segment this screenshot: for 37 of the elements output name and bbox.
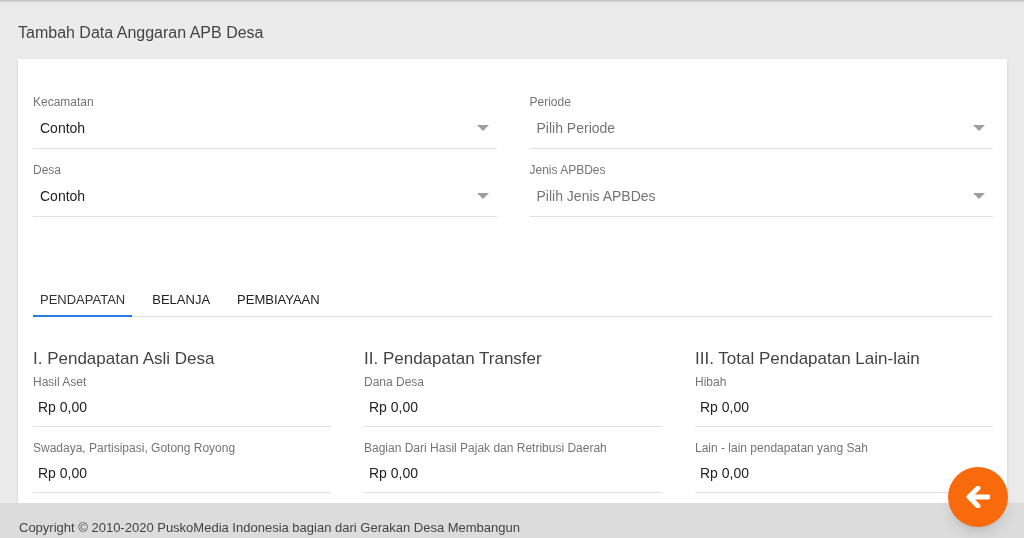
field-label: Lain - lain pendapatan yang Sah: [695, 441, 869, 455]
footer-bar: Copyright © 2010-2020 PuskoMedia Indonesia bagian dari Gerakan Desa Membangun: [0, 503, 1024, 538]
select-field[interactable]: Jenis APBDes Pilih Jenis APBDes: [529, 163, 993, 217]
dropdown-caret-icon: [476, 125, 489, 131]
tab[interactable]: PENDAPATAN: [33, 285, 133, 317]
select-field[interactable]: Desa Contoh: [33, 163, 497, 217]
page-title: Tambah Data Anggaran APB Desa: [18, 23, 265, 43]
amount-input[interactable]: Rp 0,00: [700, 464, 750, 482]
field-label: Dana Desa: [364, 375, 426, 389]
amount-input[interactable]: Rp 0,00: [369, 464, 419, 482]
select-value: Contoh: [40, 119, 86, 137]
tab[interactable]: PEMBIAYAAN: [230, 285, 327, 317]
field-label: Periode: [529, 95, 572, 109]
section-heading: III. Total Pendapatan Lain-lain: [695, 349, 921, 369]
amount-input[interactable]: Rp 0,00: [38, 464, 88, 482]
dropdown-caret-icon: [973, 193, 985, 199]
dropdown-caret-icon: [476, 193, 489, 199]
tab[interactable]: BELANJA: [145, 285, 218, 317]
section-heading: II. Pendapatan Transfer: [364, 349, 543, 369]
field-label: Kecamatan: [33, 95, 95, 109]
arrow-left-icon: [966, 486, 990, 508]
dropdown-caret-icon: [973, 125, 985, 131]
field-label: Desa: [33, 163, 62, 177]
field-label: Hibah: [695, 375, 728, 389]
select-placeholder: Pilih Periode: [536, 119, 616, 137]
field-label: Bagian Dari Hasil Pajak dan Retribusi Daerah: [364, 441, 608, 455]
field-label: Hasil Aset: [33, 375, 88, 389]
amount-input[interactable]: Rp 0,00: [700, 398, 750, 416]
amount-input[interactable]: Rp 0,00: [38, 398, 88, 416]
field-label: Jenis APBDes: [529, 163, 607, 177]
field-label: Swadaya, Partisipasi, Gotong Royong: [33, 441, 237, 455]
section-heading: I. Pendapatan Asli Desa: [33, 349, 216, 369]
amount-input[interactable]: Rp 0,00: [369, 398, 419, 416]
select-placeholder: Pilih Jenis APBDes: [536, 187, 656, 205]
select-value: Contoh: [40, 187, 86, 205]
select-field[interactable]: Kecamatan Contoh: [33, 95, 497, 149]
select-field[interactable]: Periode Pilih Periode: [529, 95, 993, 149]
